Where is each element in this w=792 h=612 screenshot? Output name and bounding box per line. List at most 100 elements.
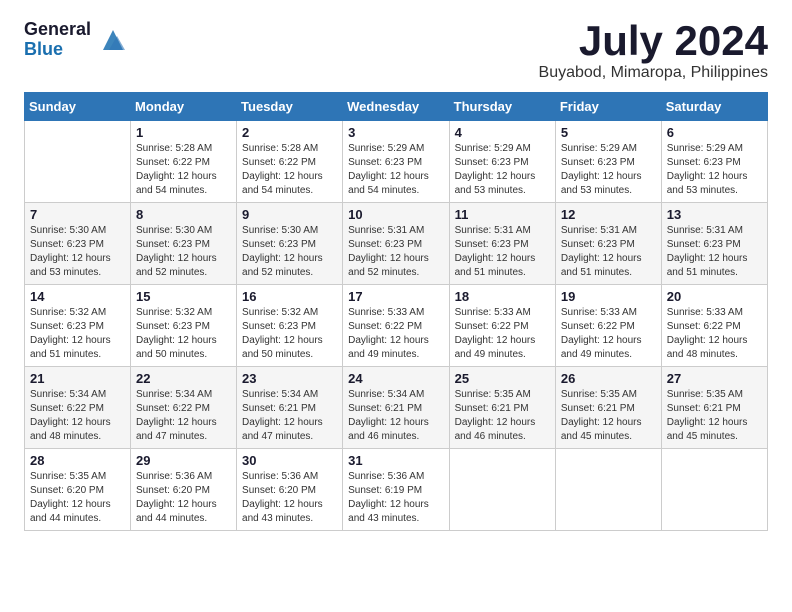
sunset-text: Sunset: 6:23 PM [455,157,529,168]
day-number: 21 [30,371,125,386]
day-info: Sunrise: 5:28 AMSunset: 6:22 PMDaylight:… [136,142,231,198]
daylight-text: Daylight: 12 hours and 48 minutes. [30,417,111,442]
calendar-week-row: 7Sunrise: 5:30 AMSunset: 6:23 PMDaylight… [25,203,768,285]
daylight-text: Daylight: 12 hours and 46 minutes. [455,417,536,442]
location-subtitle: Buyabod, Mimaropa, Philippines [539,64,768,82]
calendar-cell: 18Sunrise: 5:33 AMSunset: 6:22 PMDayligh… [449,285,555,367]
daylight-text: Daylight: 12 hours and 53 minutes. [30,253,111,278]
calendar-day-header: Thursday [449,93,555,121]
daylight-text: Daylight: 12 hours and 51 minutes. [30,335,111,360]
sunset-text: Sunset: 6:22 PM [30,403,104,414]
logo-icon [99,26,127,54]
day-info: Sunrise: 5:32 AMSunset: 6:23 PMDaylight:… [136,306,231,362]
calendar-cell: 29 Sunrise: 5:36 AMSunset: 6:20 PMDayligh… [131,449,237,531]
sunset-text: Sunset: 6:23 PM [561,157,635,168]
day-number: 8 [136,207,231,222]
sunset-text: Sunset: 6:21 PM [242,403,316,414]
calendar-cell: 22Sunrise: 5:34 AMSunset: 6:22 PMDayligh… [131,367,237,449]
daylight-text: Daylight: 12 hours and 50 minutes. [242,335,323,360]
daylight-text: Daylight: 12 hours and 45 minutes. [667,417,748,442]
sunset-text: Sunset: 6:23 PM [30,239,104,250]
day-number: 26 [561,371,656,386]
sunset-text: Sunset: 6:23 PM [667,157,741,168]
sunset-text: Sunset: 6:23 PM [348,157,422,168]
daylight-text: Daylight: 12 hours and 53 minutes. [455,171,536,196]
calendar-cell: 3 Sunrise: 5:29 AM Sunset: 6:23 PM Daylight… [343,121,449,203]
daylight-text: Daylight: 12 hours and 45 minutes. [561,417,642,442]
calendar-cell: 11 Sunrise: 5:31 AMSunset: 6:23 PMDayligh… [449,203,555,285]
day-number: 11 [455,207,550,222]
calendar-header-row: SundayMondayTuesdayWednesdayThursdayFrid… [25,93,768,121]
day-info: Sunrise: 5:33 AMSunset: 6:22 PMDaylight:… [455,306,550,362]
calendar-day-header: Friday [555,93,661,121]
day-number: 27 [667,371,762,386]
sunrise-text: Sunrise: 5:35 AM [30,471,106,482]
calendar-week-row: 1Sunrise: 5:28 AMSunset: 6:22 PMDaylight… [25,121,768,203]
sunrise-text: Sunrise: 5:28 AM [242,143,318,154]
sunrise-text: Sunrise: 5:36 AM [136,471,212,482]
day-number: 25 [455,371,550,386]
calendar-cell: 27 Sunrise: 5:35 AMSunset: 6:21 PMDayligh… [661,367,767,449]
sunrise-text: Sunrise: 5:36 AM [242,471,318,482]
sunset-text: Sunset: 6:23 PM [561,239,635,250]
calendar-cell: 14Sunrise: 5:32 AMSunset: 6:23 PMDayligh… [25,285,131,367]
calendar-day-header: Sunday [25,93,131,121]
sunrise-text: Sunrise: 5:29 AM [455,143,531,154]
daylight-text: Daylight: 12 hours and 52 minutes. [136,253,217,278]
day-number: 18 [455,289,550,304]
day-info: Sunrise: 5:31 AMSunset: 6:23 PMDaylight:… [667,224,762,280]
header: General Blue July 2024 Buyabod, Mimaropa… [24,20,768,82]
sunset-text: Sunset: 6:22 PM [455,321,529,332]
day-info: Sunrise: 5:36 AMSunset: 6:19 PMDaylight:… [348,470,443,526]
sunset-text: Sunset: 6:23 PM [667,239,741,250]
sunrise-text: Sunrise: 5:35 AM [455,389,531,400]
daylight-text: Daylight: 12 hours and 51 minutes. [455,253,536,278]
day-info: Sunrise: 5:34 AMSunset: 6:22 PMDaylight:… [30,388,125,444]
calendar-cell: 7Sunrise: 5:30 AMSunset: 6:23 PMDaylight… [25,203,131,285]
sunrise-text: Sunrise: 5:33 AM [667,307,743,318]
calendar-cell: 6Sunrise: 5:29 AMSunset: 6:23 PMDaylight… [661,121,767,203]
calendar-week-row: 21 Sunrise: 5:34 AMSunset: 6:22 PMDayligh… [25,367,768,449]
sunrise-text: Sunrise: 5:30 AM [242,225,318,236]
day-info: Sunrise: 5:36 AMSunset: 6:20 PMDaylight:… [136,470,231,526]
day-info: Sunrise: 5:35 AMSunset: 6:21 PMDaylight:… [561,388,656,444]
daylight-text: Daylight: 12 hours and 51 minutes. [561,253,642,278]
day-info: Sunrise: 5:31 AM Sunset: 6:23 PM Daylight:… [561,224,656,280]
day-info: Sunrise: 5:34 AMSunset: 6:21 PMDaylight:… [348,388,443,444]
daylight-text: Daylight: 12 hours and 52 minutes. [348,253,429,278]
logo-blue: Blue [24,40,91,60]
sunrise-text: Sunrise: 5:36 AM [348,471,424,482]
daylight-text: Daylight: 12 hours and 44 minutes. [136,499,217,524]
sunrise-text: Sunrise: 5:31 AM [348,225,424,236]
day-info: Sunrise: 5:29 AM Sunset: 6:23 PM Daylight:… [348,142,443,198]
sunset-text: Sunset: 6:23 PM [348,239,422,250]
calendar-cell: 16Sunrise: 5:32 AMSunset: 6:23 PMDayligh… [237,285,343,367]
day-number: 28 [30,453,125,468]
day-number: 2 [242,125,337,140]
calendar-cell: 25Sunrise: 5:35 AMSunset: 6:21 PMDayligh… [449,367,555,449]
calendar-cell: 23Sunrise: 5:34 AMSunset: 6:21 PMDayligh… [237,367,343,449]
sunrise-text: Sunrise: 5:33 AM [561,307,637,318]
day-info: Sunrise: 5:35 AMSunset: 6:21 PMDaylight:… [667,388,762,444]
daylight-text: Daylight: 12 hours and 48 minutes. [667,335,748,360]
sunrise-text: Sunrise: 5:28 AM [136,143,212,154]
calendar-cell: 31Sunrise: 5:36 AMSunset: 6:19 PMDayligh… [343,449,449,531]
day-number: 3 [348,125,443,140]
calendar-cell: 8 Sunrise: 5:30 AMSunset: 6:23 PMDaylight… [131,203,237,285]
day-number: 23 [242,371,337,386]
calendar-day-header: Tuesday [237,93,343,121]
day-number: 29 [136,453,231,468]
sunrise-text: Sunrise: 5:31 AM [561,225,637,236]
day-number: 7 [30,207,125,222]
sunrise-text: Sunrise: 5:33 AM [455,307,531,318]
day-number: 9 [242,207,337,222]
calendar-cell: 20Sunrise: 5:33 AMSunset: 6:22 PMDayligh… [661,285,767,367]
calendar-cell: 21 Sunrise: 5:34 AMSunset: 6:22 PMDayligh… [25,367,131,449]
day-info: Sunrise: 5:30 AMSunset: 6:23 PMDaylight:… [136,224,231,280]
day-info: Sunrise: 5:29 AMSunset: 6:23 PMDaylight:… [561,142,656,198]
daylight-text: Daylight: 12 hours and 54 minutes. [242,171,323,196]
day-info: Sunrise: 5:31 AMSunset: 6:23 PMDaylight:… [455,224,550,280]
daylight-text: Daylight: 12 hours and 49 minutes. [561,335,642,360]
daylight-text: Daylight: 12 hours and 54 minutes. [348,171,429,196]
sunrise-text: Sunrise: 5:29 AM [348,143,424,154]
